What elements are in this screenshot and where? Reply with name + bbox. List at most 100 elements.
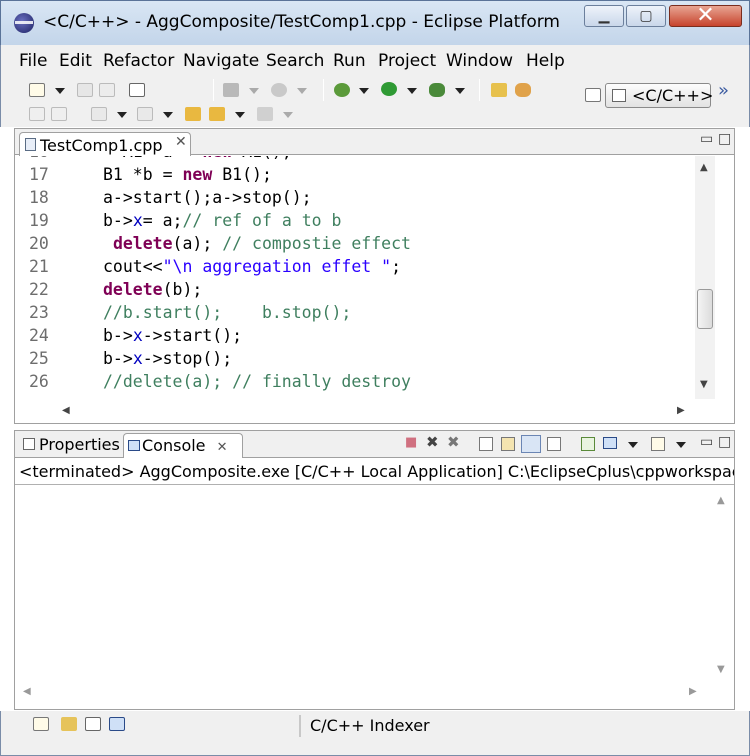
more-perspectives-button[interactable]: » bbox=[718, 80, 729, 101]
editor-horizontal-scrollbar[interactable]: ◀ ▶ bbox=[55, 400, 695, 422]
minimize-view-icon[interactable]: ▭ bbox=[700, 131, 713, 147]
scroll-lock-icon[interactable] bbox=[501, 437, 515, 451]
console-vertical-scrollbar[interactable]: ▲ ▼ bbox=[712, 486, 732, 681]
target-dropdown-icon[interactable] bbox=[297, 88, 307, 94]
next-annotation-dropdown-icon[interactable] bbox=[117, 112, 127, 118]
code-line[interactable]: 17 B1 *b = new B1(); bbox=[15, 165, 695, 188]
code-line[interactable]: 23 //b.start(); b.stop(); bbox=[15, 303, 695, 326]
scroll-left-icon[interactable]: ◀ bbox=[62, 405, 70, 416]
open-console-dropdown-icon[interactable] bbox=[676, 442, 686, 448]
open-perspective-icon[interactable] bbox=[585, 88, 601, 102]
menu-file[interactable]: File bbox=[19, 51, 47, 71]
tab-testcomp1-cpp[interactable]: TestComp1.cpp ✕ bbox=[19, 132, 191, 156]
line-number: 26 bbox=[29, 372, 49, 391]
debug-dropdown-icon[interactable] bbox=[359, 88, 369, 94]
editor-vertical-scrollbar[interactable]: ▲ ▼ bbox=[695, 156, 715, 399]
close-button[interactable]: ✕ bbox=[669, 5, 742, 27]
menu-refactor[interactable]: Refactor bbox=[103, 51, 174, 71]
scroll-right-icon[interactable]: ▶ bbox=[689, 686, 697, 697]
scroll-up-icon[interactable]: ▲ bbox=[717, 495, 725, 506]
open-console-icon[interactable] bbox=[651, 437, 665, 451]
binary-icon[interactable] bbox=[129, 83, 145, 97]
perspective-cpp-button[interactable]: <C/C++> bbox=[605, 83, 713, 108]
menu-run[interactable]: Run bbox=[333, 51, 366, 71]
toggle-block-icon[interactable] bbox=[51, 107, 67, 121]
print-icon[interactable] bbox=[99, 83, 115, 97]
save-icon[interactable] bbox=[77, 83, 93, 97]
clear-console-icon[interactable] bbox=[479, 437, 493, 451]
tab-properties[interactable]: Properties bbox=[39, 435, 120, 454]
minimize-view-icon[interactable]: ▭ bbox=[700, 434, 713, 450]
code-line[interactable]: 16 A1 *a = new A1(); bbox=[15, 156, 695, 165]
scroll-right-icon[interactable]: ▶ bbox=[677, 405, 685, 416]
forward-icon[interactable] bbox=[257, 107, 273, 121]
remove-launch-icon[interactable]: ✖ bbox=[426, 433, 439, 451]
target-icon[interactable] bbox=[271, 83, 287, 97]
display-console-dropdown-icon[interactable] bbox=[628, 442, 638, 448]
run-icon[interactable] bbox=[381, 82, 397, 96]
code-text: A1 *a = new A1(); bbox=[103, 156, 292, 161]
pin-console-icon[interactable] bbox=[581, 437, 595, 451]
maximize-view-icon[interactable]: □ bbox=[718, 131, 731, 147]
last-edit-icon[interactable] bbox=[185, 107, 201, 121]
remove-all-launches-icon[interactable]: ✖ bbox=[447, 433, 460, 451]
code-editor[interactable]: 16 A1 *a = new A1();17B1 *b = new B1();1… bbox=[15, 156, 695, 399]
minimize-button[interactable]: ▁ bbox=[584, 5, 624, 27]
main-toolbar: <C/C++> » bbox=[0, 75, 750, 127]
pin-icon[interactable] bbox=[515, 83, 531, 97]
menu-navigate[interactable]: Navigate bbox=[183, 51, 259, 71]
scroll-down-icon[interactable]: ▼ bbox=[700, 379, 708, 390]
console-output[interactable] bbox=[15, 486, 734, 709]
forward-dropdown-icon[interactable] bbox=[283, 112, 293, 118]
scroll-up-icon[interactable]: ▲ bbox=[700, 162, 708, 173]
maximize-button[interactable]: ▢ bbox=[626, 5, 666, 27]
code-line[interactable]: 22 delete(b); bbox=[15, 280, 695, 303]
menu-project[interactable]: Project bbox=[378, 51, 436, 71]
debug-icon[interactable] bbox=[334, 83, 350, 97]
tab-console[interactable]: Console ✕ bbox=[123, 433, 243, 458]
prev-annotation-icon[interactable] bbox=[137, 107, 153, 121]
back-icon[interactable] bbox=[209, 107, 225, 121]
code-line[interactable]: 18 a->start();a->stop(); bbox=[15, 188, 695, 211]
close-tab-icon[interactable]: ✕ bbox=[175, 134, 187, 150]
line-number: 25 bbox=[29, 349, 49, 368]
code-line[interactable]: 19 b->x= a;// ref of a to b bbox=[15, 211, 695, 234]
external-tools-dropdown-icon[interactable] bbox=[455, 88, 465, 94]
word-wrap-icon[interactable] bbox=[521, 435, 541, 453]
console-horizontal-scrollbar[interactable]: ◀ ▶ bbox=[15, 681, 712, 705]
menu-edit[interactable]: Edit bbox=[59, 51, 92, 71]
scroll-left-icon[interactable]: ◀ bbox=[23, 686, 31, 697]
console-icon bbox=[128, 440, 140, 451]
code-line[interactable]: 24 b->x->start(); bbox=[15, 326, 695, 349]
console-view-icon[interactable] bbox=[109, 717, 125, 731]
build-icon[interactable] bbox=[223, 83, 239, 97]
project-explorer-icon[interactable] bbox=[61, 717, 77, 731]
close-console-icon[interactable]: ✕ bbox=[217, 440, 228, 455]
menu-search[interactable]: Search bbox=[266, 51, 324, 71]
menu-help[interactable]: Help bbox=[526, 51, 565, 71]
back-dropdown-icon[interactable] bbox=[235, 112, 245, 118]
code-line[interactable]: 26 //delete(a); // finally destroy bbox=[15, 372, 695, 395]
run-dropdown-icon[interactable] bbox=[407, 88, 417, 94]
display-console-icon[interactable] bbox=[603, 437, 617, 449]
fast-view-icon[interactable] bbox=[33, 717, 49, 731]
new-dropdown-icon[interactable] bbox=[55, 88, 65, 94]
scrollbar-thumb[interactable] bbox=[697, 289, 713, 329]
outline-icon[interactable] bbox=[85, 717, 101, 731]
code-line[interactable]: 20 delete(a); // compostie effect bbox=[15, 234, 695, 257]
code-line[interactable]: 21 cout<<"\n aggregation effet "; bbox=[15, 257, 695, 280]
new-icon[interactable] bbox=[29, 83, 45, 97]
menu-window[interactable]: Window bbox=[446, 51, 513, 71]
build-dropdown-icon[interactable] bbox=[249, 88, 259, 94]
external-tools-icon[interactable] bbox=[429, 83, 445, 97]
terminate-icon[interactable]: ■ bbox=[405, 435, 417, 450]
show-console-icon[interactable] bbox=[547, 437, 561, 451]
prev-annotation-dropdown-icon[interactable] bbox=[163, 112, 173, 118]
scroll-down-icon[interactable]: ▼ bbox=[717, 664, 725, 675]
open-folder-icon[interactable] bbox=[491, 83, 507, 97]
toolbar-separator bbox=[479, 79, 480, 101]
code-line[interactable]: 25 b->x->stop(); bbox=[15, 349, 695, 372]
next-annotation-icon[interactable] bbox=[91, 107, 107, 121]
toggle-mark-icon[interactable] bbox=[29, 107, 45, 121]
maximize-view-icon[interactable]: □ bbox=[718, 434, 731, 450]
